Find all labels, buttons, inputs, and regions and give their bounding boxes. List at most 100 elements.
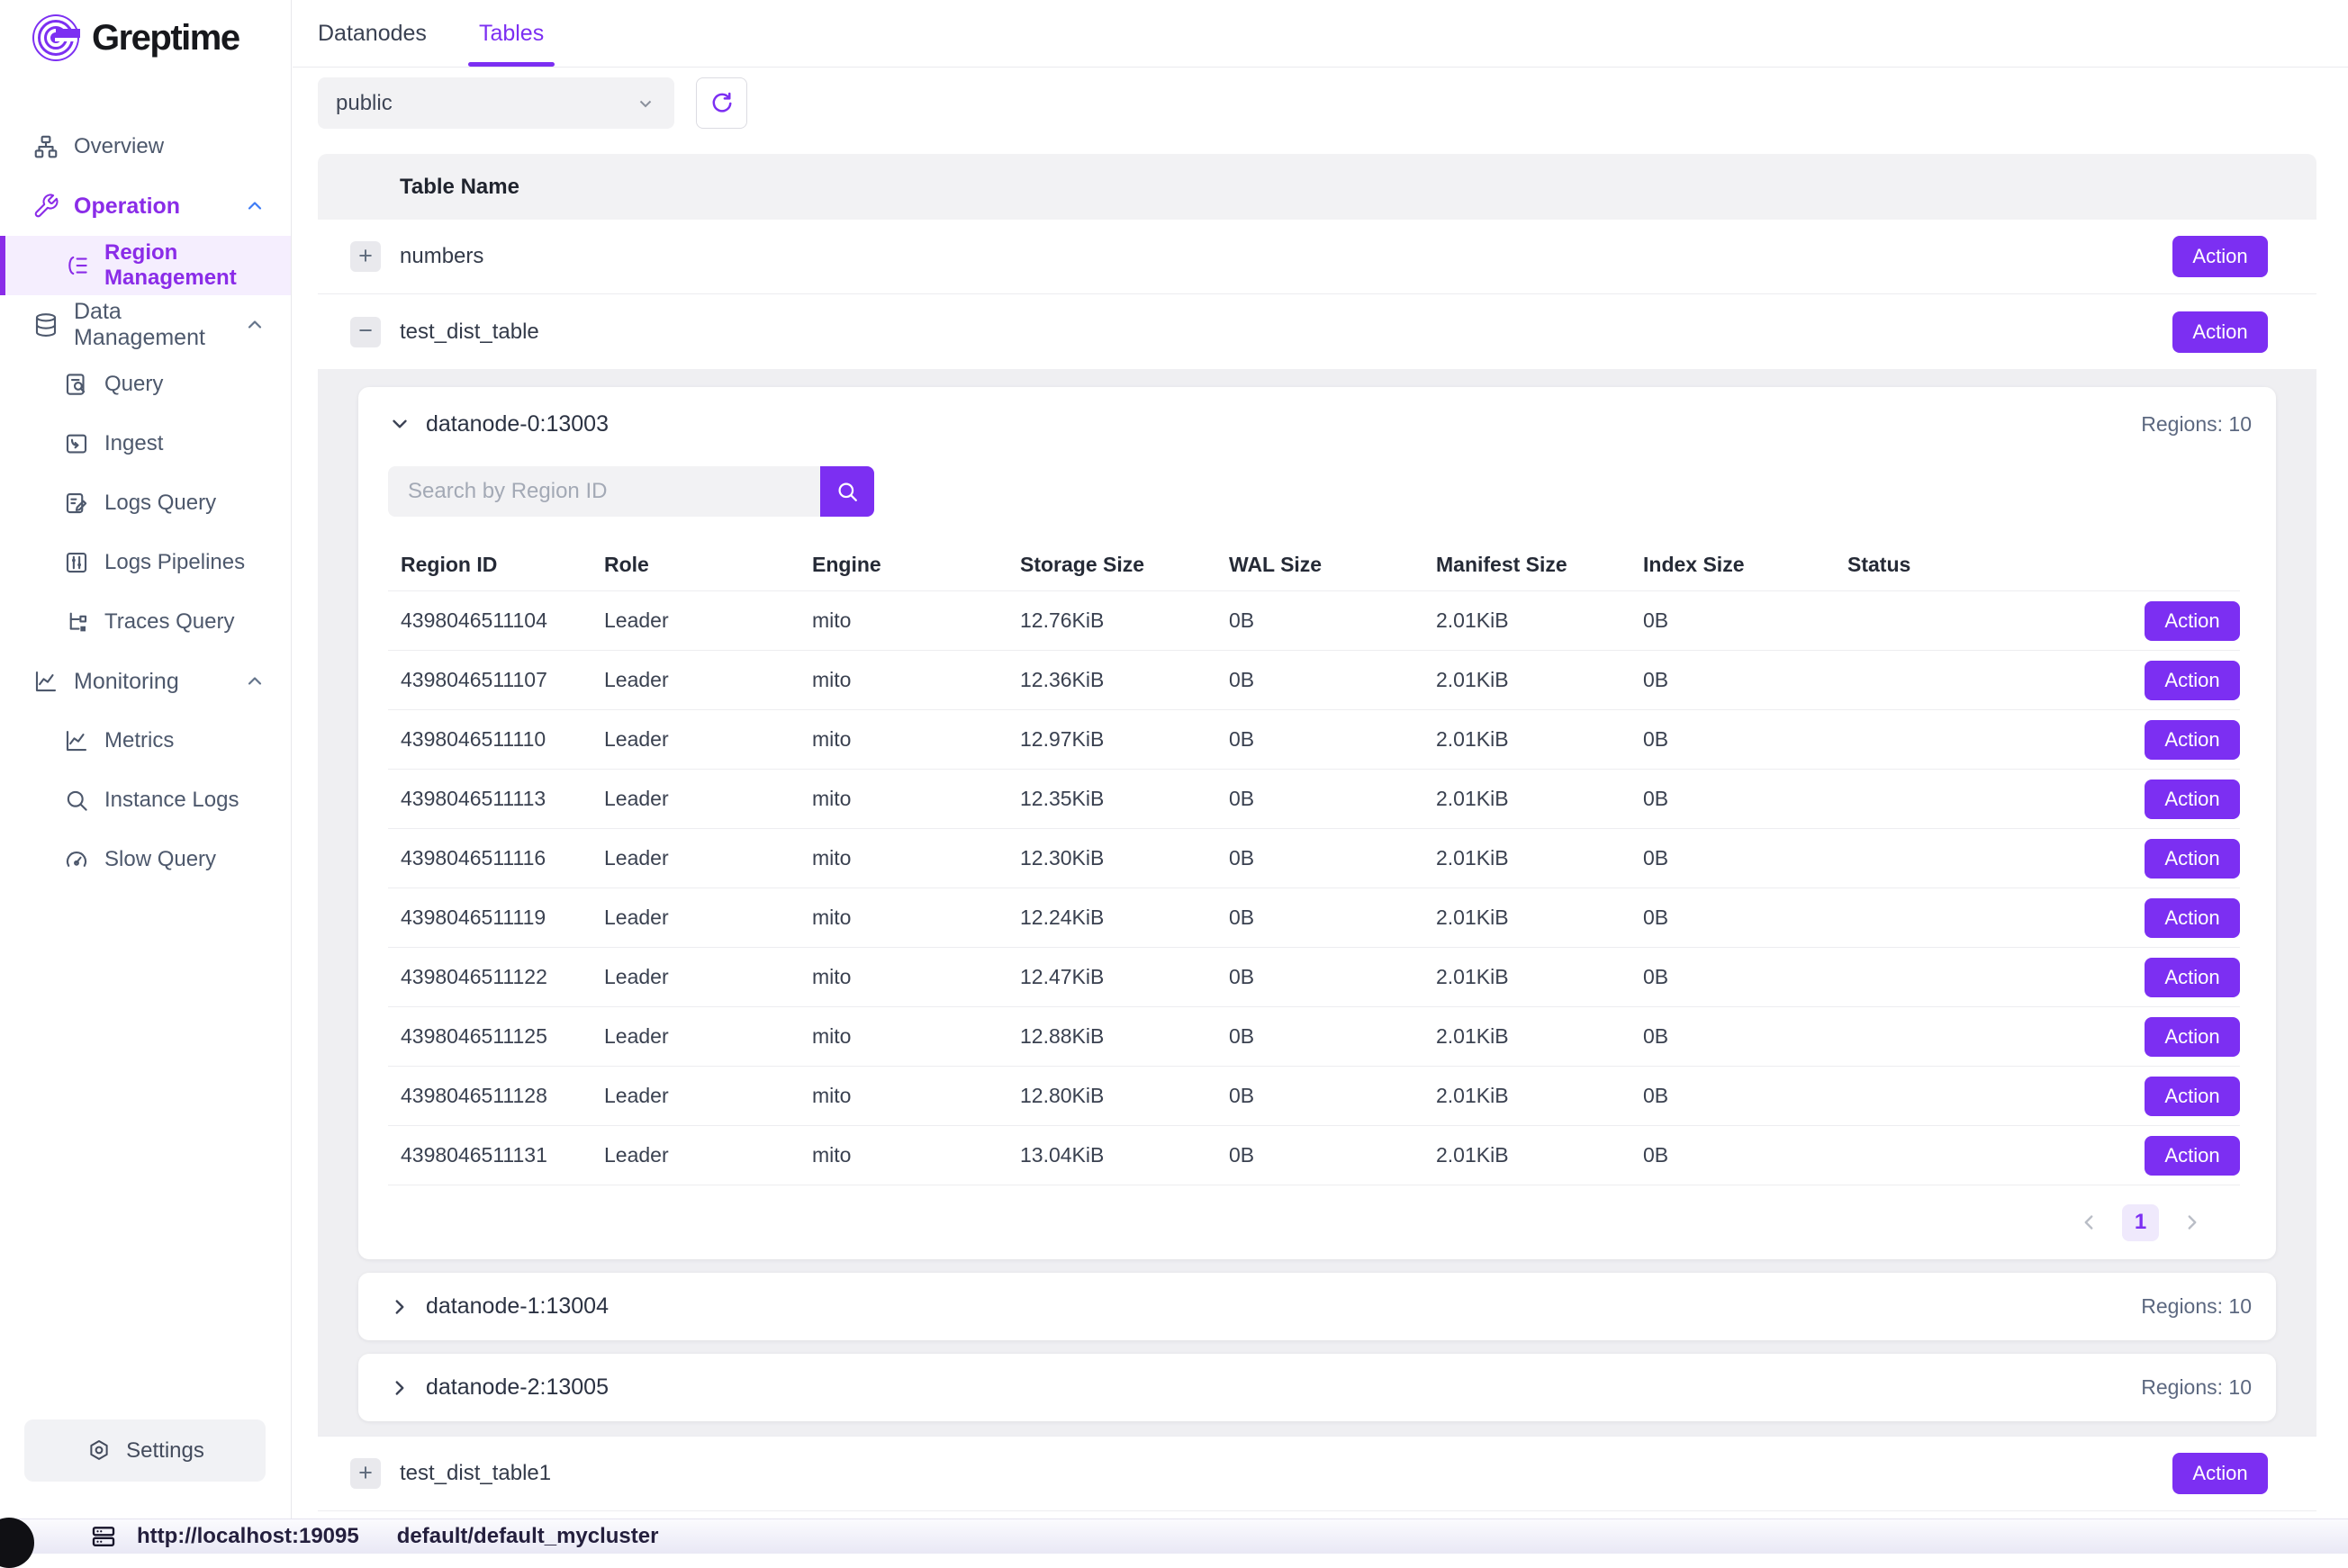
sidebar-item-traces-query[interactable]: Traces Query	[0, 592, 291, 652]
region-table: Region IDRoleEngineStorage SizeWAL SizeM…	[388, 538, 2240, 1259]
refresh-icon	[709, 90, 736, 117]
database-select[interactable]: public	[318, 77, 674, 129]
region-cell: Leader	[604, 668, 812, 692]
gauge-icon	[63, 846, 90, 873]
region-cell: Leader	[604, 608, 812, 633]
action-button[interactable]: Action	[2145, 898, 2240, 938]
action-button[interactable]: Action	[2145, 958, 2240, 997]
region-cell: mito	[812, 1024, 1020, 1049]
chevron-down-icon	[635, 93, 656, 114]
region-cell: 0B	[1643, 906, 1847, 930]
region-cell: 12.76KiB	[1020, 608, 1229, 633]
tab-tables[interactable]: Tables	[479, 0, 544, 67]
greptime-logo-icon	[31, 13, 81, 63]
tables-list: Table Name + numbers Action − test_dist_…	[318, 154, 2316, 1511]
sidebar-item-instance-logs[interactable]: Instance Logs	[0, 770, 291, 830]
region-column-header: Storage Size	[1020, 553, 1229, 577]
tables-list-header: Table Name	[318, 154, 2316, 220]
logs-edit-icon	[63, 490, 90, 517]
settings-label: Settings	[126, 1438, 204, 1464]
region-search-input[interactable]	[388, 466, 820, 517]
region-row: 4398046511125Leadermito12.88KiB0B2.01KiB…	[388, 1006, 2240, 1066]
cluster-name[interactable]: default/default_mycluster	[397, 1524, 659, 1549]
sidebar-item-operation[interactable]: Operation	[0, 176, 291, 236]
region-cell: 12.97KiB	[1020, 727, 1229, 752]
sidebar-item-slow-query[interactable]: Slow Query	[0, 830, 291, 889]
action-button[interactable]: Action	[2145, 1077, 2240, 1116]
region-column-header: Region ID	[401, 553, 604, 577]
sidebar-item-label: Overview	[74, 134, 164, 159]
chevron-right-icon[interactable]	[2181, 1211, 2204, 1234]
region-cell: 2.01KiB	[1436, 727, 1643, 752]
sidebar-item-logs-pipelines[interactable]: Logs Pipelines	[0, 533, 291, 592]
datanode-0-header[interactable]: datanode-0:13003 Regions: 10	[358, 387, 2276, 461]
datanode-2-card[interactable]: datanode-2:13005 Regions: 10	[358, 1354, 2276, 1421]
action-button[interactable]: Action	[2145, 839, 2240, 879]
sidebar-item-overview[interactable]: Overview	[0, 117, 291, 176]
action-button[interactable]: Action	[2145, 1136, 2240, 1176]
database-icon	[32, 311, 59, 338]
datanode-1-card[interactable]: datanode-1:13004 Regions: 10	[358, 1273, 2276, 1340]
region-cell: 0B	[1643, 787, 1847, 811]
sidebar-item-ingest[interactable]: Ingest	[0, 414, 291, 473]
action-button[interactable]: Action	[2145, 779, 2240, 819]
server-icon	[90, 1523, 117, 1550]
datanodes-panel: datanode-0:13003 Regions: 10	[318, 369, 2316, 1437]
collapse-button[interactable]: −	[350, 317, 381, 347]
region-row: 4398046511119Leadermito12.24KiB0B2.01KiB…	[388, 888, 2240, 947]
sidebar-item-metrics[interactable]: Metrics	[0, 711, 291, 770]
sidebar-item-label: Metrics	[104, 728, 174, 753]
region-cell: 2.01KiB	[1436, 965, 1643, 989]
region-cell: 4398046511122	[401, 965, 604, 989]
region-cell: 12.30KiB	[1020, 846, 1229, 870]
page-number[interactable]: 1	[2122, 1204, 2159, 1241]
action-button[interactable]: Action	[2172, 311, 2268, 353]
region-cell: Leader	[604, 906, 812, 930]
pipelines-icon	[63, 549, 90, 576]
region-cell: 4398046511113	[401, 787, 604, 811]
region-cell: 12.80KiB	[1020, 1084, 1229, 1108]
region-search-button[interactable]	[820, 466, 874, 517]
region-table-header: Region IDRoleEngineStorage SizeWAL SizeM…	[388, 538, 2240, 590]
settings-button[interactable]: Settings	[24, 1419, 266, 1482]
sidebar-item-logs-query[interactable]: Logs Query	[0, 473, 291, 533]
region-cell: 4398046511128	[401, 1084, 604, 1108]
action-button[interactable]: Action	[2172, 236, 2268, 277]
server-url[interactable]: http://localhost:19095	[137, 1524, 359, 1549]
region-cell: 0B	[1229, 668, 1436, 692]
region-cell: 0B	[1643, 1084, 1847, 1108]
region-cell: 0B	[1229, 1024, 1436, 1049]
sidebar-item-label: Logs Pipelines	[104, 550, 245, 575]
region-cell: Leader	[604, 1084, 812, 1108]
brand-name: Greptime	[92, 18, 239, 59]
region-column-header: Status	[1847, 553, 2072, 577]
action-button[interactable]: Action	[2145, 601, 2240, 641]
region-cell: 0B	[1643, 1024, 1847, 1049]
region-cell: mito	[812, 965, 1020, 989]
region-row: 4398046511107Leadermito12.36KiB0B2.01KiB…	[388, 650, 2240, 709]
region-column-header: Manifest Size	[1436, 553, 1643, 577]
action-button[interactable]: Action	[2172, 1453, 2268, 1494]
expand-button[interactable]: +	[350, 241, 381, 272]
action-button[interactable]: Action	[2145, 661, 2240, 700]
refresh-button[interactable]	[696, 77, 747, 129]
region-cell: 4398046511107	[401, 668, 604, 692]
sidebar-item-label: Operation	[74, 194, 180, 220]
region-cell: 2.01KiB	[1436, 1024, 1643, 1049]
sidebar-item-data-management[interactable]: Data Management	[0, 295, 291, 355]
region-cell: mito	[812, 668, 1020, 692]
expand-button[interactable]: +	[350, 1458, 381, 1489]
region-cell: 2.01KiB	[1436, 1084, 1643, 1108]
tab-datanodes[interactable]: Datanodes	[318, 0, 427, 67]
action-button[interactable]: Action	[2145, 1017, 2240, 1057]
search-icon	[835, 479, 860, 504]
sidebar-item-monitoring[interactable]: Monitoring	[0, 652, 291, 711]
region-cell: 2.01KiB	[1436, 846, 1643, 870]
chevron-left-icon[interactable]	[2077, 1211, 2100, 1234]
region-row: 4398046511113Leadermito12.35KiB0B2.01KiB…	[388, 769, 2240, 828]
action-button[interactable]: Action	[2145, 720, 2240, 760]
sidebar-item-query[interactable]: Query	[0, 355, 291, 414]
region-column-header: Index Size	[1643, 553, 1847, 577]
region-cell: 0B	[1229, 787, 1436, 811]
sidebar-item-region-management[interactable]: Region Management	[0, 236, 291, 295]
